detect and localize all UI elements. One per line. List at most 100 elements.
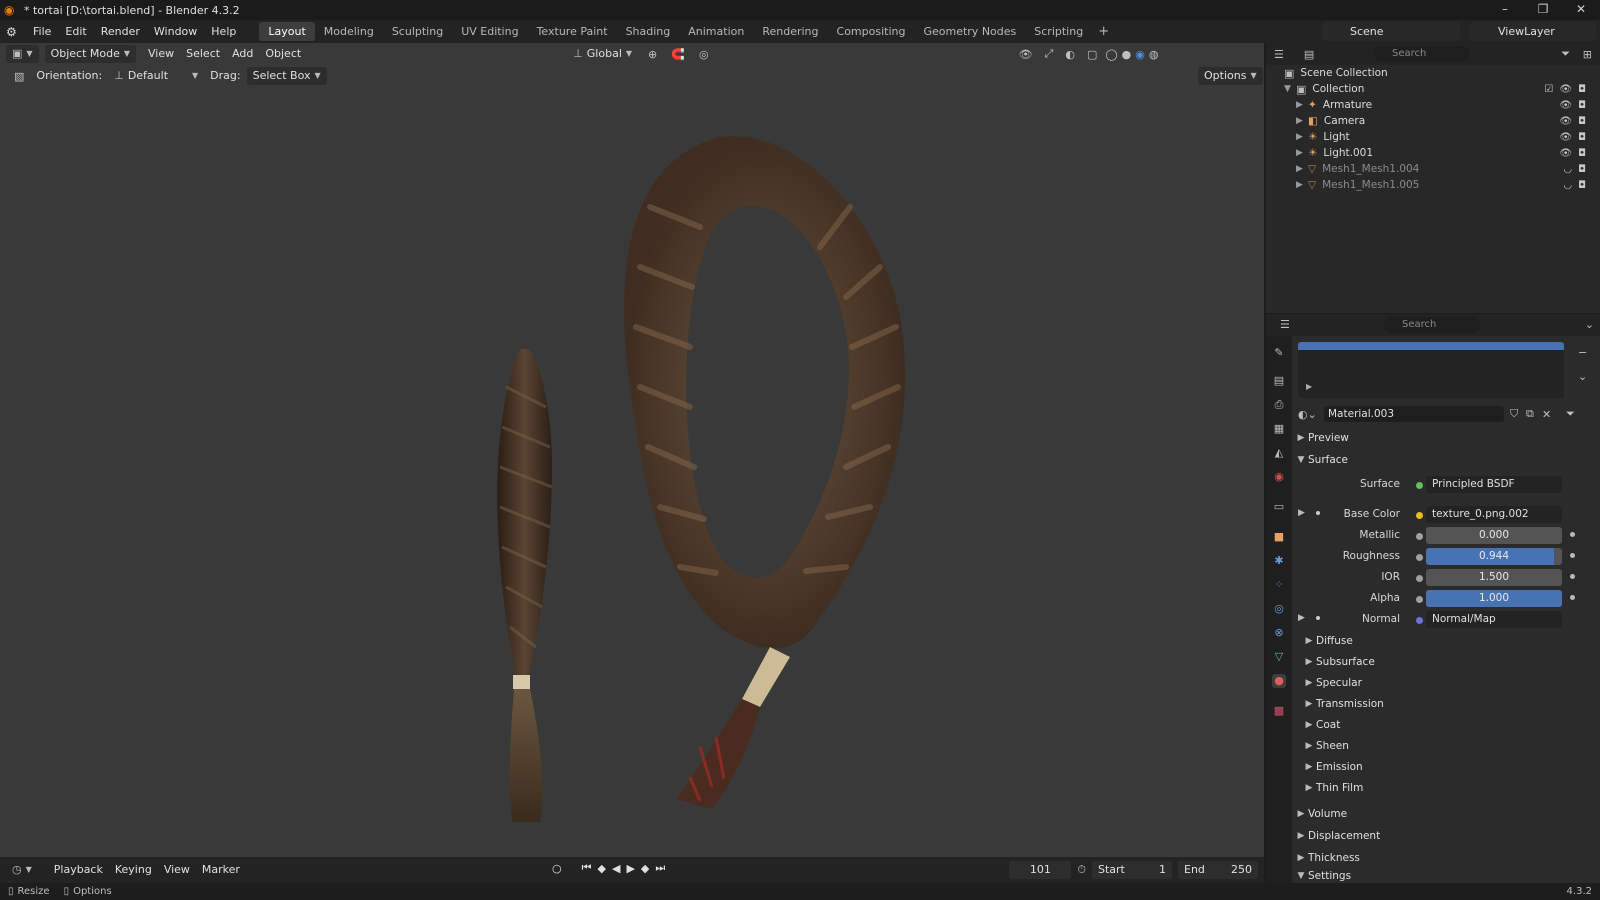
display-mode-icon[interactable]: ▤ bbox=[1304, 48, 1314, 61]
jump-keyframe-forward-icon[interactable]: ◆ bbox=[641, 862, 649, 875]
slot-menu-icon[interactable]: ⌄ bbox=[1578, 370, 1587, 383]
3d-viewport[interactable]: ▣ ▼ Object Mode ▼ View Select Add Object ⊥… bbox=[0, 43, 1264, 857]
remove-slot-icon[interactable]: − bbox=[1578, 346, 1587, 359]
visibility-icon[interactable]: 👁 bbox=[1019, 48, 1033, 61]
slot-link-icon[interactable]: ⏷ bbox=[1566, 407, 1575, 421]
keyframe-dot-icon[interactable] bbox=[1570, 595, 1575, 600]
tab-compositing[interactable]: Compositing bbox=[828, 22, 915, 41]
chevron-right-icon[interactable]: ▶ bbox=[1296, 116, 1308, 126]
render-icon[interactable]: ◘ bbox=[1578, 132, 1586, 143]
add-workspace-button[interactable]: + bbox=[1092, 24, 1115, 39]
subpanel-coat[interactable]: ▶ Coat bbox=[1302, 716, 1341, 734]
jump-start-icon[interactable]: ⏮ bbox=[582, 861, 592, 875]
viewport-menu-select[interactable]: Select bbox=[180, 45, 226, 63]
fake-user-icon[interactable]: ⛉ bbox=[1510, 407, 1518, 421]
tab-layout[interactable]: Layout bbox=[259, 22, 315, 41]
render-icon[interactable]: ◘ bbox=[1578, 180, 1586, 191]
tab-texture-paint[interactable]: Texture Paint bbox=[528, 22, 617, 41]
menu-help[interactable]: Help bbox=[204, 20, 243, 43]
material-slot-selected[interactable] bbox=[1298, 342, 1564, 350]
alpha-slider[interactable]: 1.000 bbox=[1426, 590, 1562, 607]
collection-row[interactable]: ▼ ▣ Collection ☑ 👁 ◘ bbox=[1284, 81, 1594, 97]
close-button[interactable]: ✕ bbox=[1562, 0, 1600, 20]
proportional-edit-icon[interactable]: ◎ bbox=[699, 48, 709, 61]
chevron-right-icon[interactable]: ▶ bbox=[1298, 508, 1305, 518]
jump-end-icon[interactable]: ⏭ bbox=[655, 861, 665, 875]
new-collection-icon[interactable]: ⊞ bbox=[1583, 48, 1592, 61]
normal-field[interactable]: Normal/Map bbox=[1426, 611, 1562, 628]
panel-displacement[interactable]: ▶ Displacement bbox=[1294, 826, 1594, 846]
stopwatch-icon[interactable]: ⏱ bbox=[1077, 863, 1086, 877]
current-frame-field[interactable]: 101 bbox=[1009, 861, 1072, 879]
subpanel-subsurface[interactable]: ▶ Subsurface bbox=[1302, 653, 1375, 671]
tab-scripting[interactable]: Scripting bbox=[1025, 22, 1092, 41]
eye-icon[interactable]: 👁 bbox=[1559, 148, 1572, 159]
menu-render[interactable]: Render bbox=[94, 20, 147, 43]
subpanel-diffuse[interactable]: ▶ Diffuse bbox=[1302, 632, 1353, 650]
braid-mesh[interactable] bbox=[497, 349, 553, 822]
viewport-menu-view[interactable]: View bbox=[142, 45, 180, 63]
chevron-down-icon[interactable]: ⌄ bbox=[1585, 318, 1594, 331]
scene-collection-row[interactable]: ▣ Scene Collection bbox=[1284, 65, 1388, 81]
chevron-right-icon[interactable]: ▶ bbox=[1296, 164, 1308, 174]
render-icon[interactable]: ◘ bbox=[1578, 148, 1586, 159]
orientation-dropdown[interactable]: ⊥ Default ▼ bbox=[108, 67, 204, 85]
material-browse-icon[interactable]: ◐⌄ bbox=[1298, 408, 1317, 421]
solid-shading-icon[interactable]: ● bbox=[1122, 48, 1132, 61]
material-name-field[interactable]: Material.003 bbox=[1324, 406, 1504, 422]
chevron-right-icon[interactable]: ▶ bbox=[1306, 382, 1312, 391]
render-icon[interactable]: ◘ bbox=[1578, 164, 1586, 175]
overlay-icon[interactable]: ◐ bbox=[1065, 48, 1075, 61]
eye-closed-icon[interactable]: ◡ bbox=[1563, 180, 1572, 191]
view-layer-selector[interactable]: ViewLayer bbox=[1470, 22, 1596, 41]
outliner-item-armature[interactable]: ▶ ✦ Armature 👁 ◘ bbox=[1296, 97, 1594, 113]
timeline-menu-playback[interactable]: Playback bbox=[48, 861, 109, 879]
base-color-field[interactable]: texture_0.png.002 bbox=[1426, 506, 1562, 523]
tool-icon[interactable]: ▧ bbox=[14, 70, 24, 83]
rendered-shading-icon[interactable]: ◍ bbox=[1149, 48, 1159, 61]
keyframe-dot-icon[interactable] bbox=[1570, 574, 1575, 579]
panel-volume[interactable]: ▶ Volume bbox=[1294, 804, 1594, 824]
jump-keyframe-back-icon[interactable]: ◆ bbox=[598, 862, 606, 875]
eye-closed-icon[interactable]: ◡ bbox=[1563, 164, 1572, 175]
editor-type-button[interactable]: ▣ ▼ bbox=[6, 45, 39, 63]
eye-icon[interactable]: 👁 bbox=[1559, 132, 1572, 143]
gizmo-icon[interactable]: ⤢ bbox=[1045, 47, 1054, 61]
panel-surface[interactable]: ▼ Surface bbox=[1294, 450, 1594, 470]
snap-icon[interactable]: 🧲 bbox=[671, 48, 685, 61]
metallic-slider[interactable]: 0.000 bbox=[1426, 527, 1562, 544]
properties-editor-type-icon[interactable]: ☰ bbox=[1280, 318, 1290, 331]
outliner-item-mesh-005[interactable]: ▶ ▽ Mesh1_Mesh1.005 ◡ ◘ bbox=[1296, 177, 1594, 193]
roughness-slider[interactable]: 0.944 bbox=[1426, 548, 1562, 565]
outliner[interactable]: ☰ ▤ Search ⏷ ⊞ ▣ Scene Collection ▼ ▣ Co… bbox=[1266, 43, 1600, 313]
options-dropdown[interactable]: Options ▼ bbox=[1198, 67, 1263, 85]
chevron-right-icon[interactable]: ▶ bbox=[1298, 613, 1305, 623]
viewport-menu-object[interactable]: Object bbox=[259, 45, 307, 63]
wireframe-shading-icon[interactable]: ◯ bbox=[1105, 48, 1117, 61]
menu-window[interactable]: Window bbox=[147, 20, 204, 43]
viewport-canvas[interactable] bbox=[0, 87, 1264, 857]
viewport-menu-add[interactable]: Add bbox=[226, 45, 259, 63]
unlink-material-icon[interactable]: ✕ bbox=[1542, 408, 1551, 421]
duplicate-material-icon[interactable]: ⧉ bbox=[1526, 407, 1534, 421]
panel-preview[interactable]: ▶ Preview bbox=[1294, 428, 1594, 448]
checkbox-icon[interactable]: ☑ bbox=[1544, 84, 1553, 95]
timeline-menu-marker[interactable]: Marker bbox=[196, 861, 246, 879]
chevron-right-icon[interactable]: ▶ bbox=[1296, 100, 1308, 110]
subpanel-sheen[interactable]: ▶ Sheen bbox=[1302, 737, 1349, 755]
ring-mesh[interactable] bbox=[624, 136, 906, 809]
maximize-button[interactable]: ❐ bbox=[1524, 0, 1562, 20]
properties-editor[interactable]: ☰ Search ⌄ ✎ ▤ ⎙ ▦ ◭ ◉ ▭ ■ ✱ ⁘ ◎ ⊗ ▽ ● ▩… bbox=[1266, 314, 1600, 883]
tab-shading[interactable]: Shading bbox=[617, 22, 680, 41]
timeline-editor-type-button[interactable]: ◷ ▼ bbox=[6, 861, 38, 879]
menu-file[interactable]: File bbox=[26, 20, 58, 43]
keyframe-dot-icon[interactable] bbox=[1570, 553, 1575, 558]
end-frame-field[interactable]: End 250 bbox=[1178, 861, 1258, 879]
menu-edit[interactable]: Edit bbox=[58, 20, 93, 43]
keyframe-dot-icon[interactable] bbox=[1570, 532, 1575, 537]
tab-rendering[interactable]: Rendering bbox=[753, 22, 827, 41]
outliner-item-light[interactable]: ▶ ☀ Light 👁 ◘ bbox=[1296, 129, 1594, 145]
auto-keying-icon[interactable]: ○ bbox=[552, 862, 562, 875]
pivot-icon[interactable]: ⊕ bbox=[648, 48, 657, 61]
chevron-down-icon[interactable]: ▼ bbox=[1284, 84, 1296, 94]
